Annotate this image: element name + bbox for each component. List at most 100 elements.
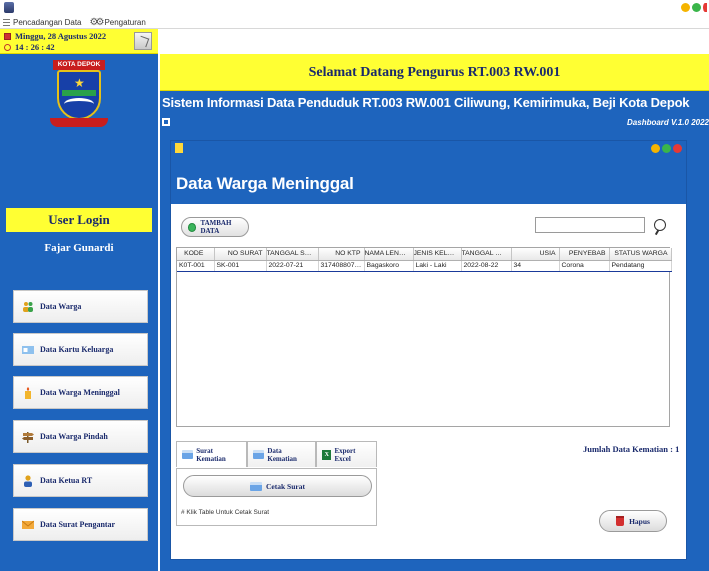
close-icon[interactable] (703, 3, 707, 12)
column-header[interactable]: NAMA LENGKAP (364, 248, 414, 261)
sidebar-item-label: Data Kartu Keluarga (40, 345, 114, 354)
time-text: 14 : 26 : 42 (15, 42, 55, 52)
shield-emblem-icon: ★ (57, 70, 101, 120)
table-cell: Pendatang (609, 259, 672, 272)
trash-icon (616, 516, 625, 526)
envelope-icon (22, 520, 34, 529)
search-icon[interactable] (654, 219, 666, 231)
calendar-icon (4, 32, 11, 40)
maximize-icon[interactable] (692, 3, 701, 12)
date-line: Minggu, 28 Agustus 2022 (4, 31, 106, 41)
tab-surat-kematian[interactable]: Surat Kematian (176, 441, 248, 467)
hapus-button[interactable]: Hapus (599, 510, 667, 532)
welcome-banner: Selamat Datang Pengurus RT.003 RW.001 (160, 54, 709, 91)
bottom-strip (160, 563, 709, 571)
calendar-button[interactable] (134, 32, 152, 50)
column-header[interactable]: TANGGAL SUR... (266, 248, 319, 261)
system-title: Sistem Informasi Data Penduduk RT.003 RW… (162, 95, 690, 110)
cetak-surat-button[interactable]: Cetak Surat (183, 475, 372, 497)
tab-export-excel[interactable]: X Export Excel (316, 441, 377, 467)
tab-label: Export Excel (334, 446, 356, 463)
column-header[interactable]: NO KTP (318, 248, 365, 261)
sidebar-item-label: Data Warga (40, 302, 82, 311)
table-cell: Bagaskoro (364, 259, 414, 272)
table-header-row: KODE NO SURAT TANGGAL SUR... NO KTP NAMA… (177, 248, 672, 261)
logo-ribbon (50, 118, 108, 127)
city-logo: KOTA DEPOK ★ (6, 56, 152, 203)
sidebar-item-label: Data Warga Pindah (40, 432, 108, 441)
button-label: Hapus (629, 516, 650, 526)
button-label: TAMBAH DATA (200, 219, 232, 235)
table-cell: K0T-001 (177, 259, 215, 272)
grid-icon[interactable] (162, 118, 170, 126)
app-icon (4, 2, 14, 13)
frame-window-controls (651, 144, 682, 153)
sidebar-item-data-warga-pindah[interactable]: Data Warga Pindah (13, 420, 148, 453)
logo-label: KOTA DEPOK (53, 60, 105, 70)
sidebar-item-label: Data Surat Pengantar (40, 520, 116, 529)
column-header[interactable]: TANGGAL WAF... (461, 248, 512, 261)
printer-icon (250, 481, 263, 491)
sidebar-item-label: Data Ketua RT (40, 476, 93, 485)
people-icon (23, 301, 33, 312)
table-cell: 2022-08-22 (461, 259, 512, 272)
sidebar-item-data-kartu-keluarga[interactable]: Data Kartu Keluarga (13, 333, 148, 366)
menu-item-pencadangan[interactable]: Pencadangan Data (3, 18, 82, 27)
star-icon: ★ (74, 76, 85, 90)
printer-icon (182, 450, 194, 459)
button-label: Cetak Surat (266, 481, 305, 491)
tab-data-kematian[interactable]: Data Kematian (247, 441, 317, 467)
tambah-data-button[interactable]: TAMBAH DATA (181, 217, 249, 237)
candle-icon (25, 386, 31, 399)
sidebar-item-data-surat-pengantar[interactable]: Data Surat Pengantar (13, 508, 148, 541)
table-cell: Corona (559, 259, 610, 272)
person-icon (24, 474, 32, 487)
column-header[interactable]: JENIS KELAMIN (413, 248, 462, 261)
menu-item-label: Pengaturan (104, 17, 146, 27)
table-cell: SK-001 (214, 259, 267, 272)
table-cell: Laki - Laki (413, 259, 462, 272)
death-count-label: Jumlah Data Kematian : 1 (583, 444, 680, 454)
add-icon (188, 222, 197, 232)
internal-frame-warga-meninggal: Data Warga Meninggal TAMBAH DATA KODE NO… (170, 140, 687, 560)
clock-icon (4, 43, 11, 51)
tab-pane-surat-kematian: Cetak Surat # Klik Table Untuk Cetak Sur… (176, 468, 377, 526)
date-time-panel: Minggu, 28 Agustus 2022 14 : 26 : 42 (0, 29, 158, 54)
internal-frame-titlebar (171, 141, 686, 156)
card-icon (22, 345, 34, 354)
user-name: Fajar Gunardi (44, 242, 114, 254)
minimize-icon[interactable] (651, 144, 660, 153)
close-icon[interactable] (673, 144, 682, 153)
table-cell: 34 (511, 259, 560, 272)
menu-item-pengaturan[interactable]: ⚙⚙ Pengaturan (90, 17, 146, 28)
column-header[interactable]: USIA (511, 248, 560, 261)
action-tabs: Surat Kematian Data Kematian X Export Ex… (176, 441, 377, 469)
table-cell: 31740880730... (318, 259, 365, 272)
column-header[interactable]: PENYEBAB (559, 248, 610, 261)
sidebar-item-data-ketua-rt[interactable]: Data Ketua RT (13, 464, 148, 497)
menu-bar: Pencadangan Data ⚙⚙ Pengaturan (0, 15, 146, 29)
menu-item-label: Pencadangan Data (13, 17, 82, 27)
sidebar-item-data-warga[interactable]: Data Warga (13, 290, 148, 323)
tab-label: Surat Kematian (196, 446, 226, 463)
window-controls (681, 3, 707, 12)
hint-text: # Klik Table Untuk Cetak Surat (181, 509, 270, 516)
minimize-icon[interactable] (681, 3, 690, 12)
column-header[interactable]: KODE (177, 248, 215, 261)
excel-icon: X (322, 449, 332, 460)
panel-heading-bar: Data Warga Meninggal (171, 156, 686, 204)
frame-icon (175, 143, 183, 153)
column-header[interactable]: NO SURAT (214, 248, 267, 261)
table-row[interactable]: K0T-001 SK-001 2022-07-21 31740880730...… (177, 259, 672, 272)
printer-icon (253, 450, 265, 459)
sidebar-item-data-warga-meninggal[interactable]: Data Warga Meninggal (13, 376, 148, 409)
dashboard-version: Dashboard V.1.0 2022 (627, 118, 709, 127)
list-icon (3, 18, 10, 26)
user-login-label: User Login (6, 208, 152, 232)
window-titlebar: Pencadangan Data ⚙⚙ Pengaturan (0, 0, 709, 29)
tab-label: Data Kematian (267, 446, 297, 463)
column-header[interactable]: STATUS WARGA (609, 248, 672, 261)
search-input[interactable] (535, 217, 645, 233)
signpost-icon (22, 431, 34, 443)
maximize-icon[interactable] (662, 144, 671, 153)
